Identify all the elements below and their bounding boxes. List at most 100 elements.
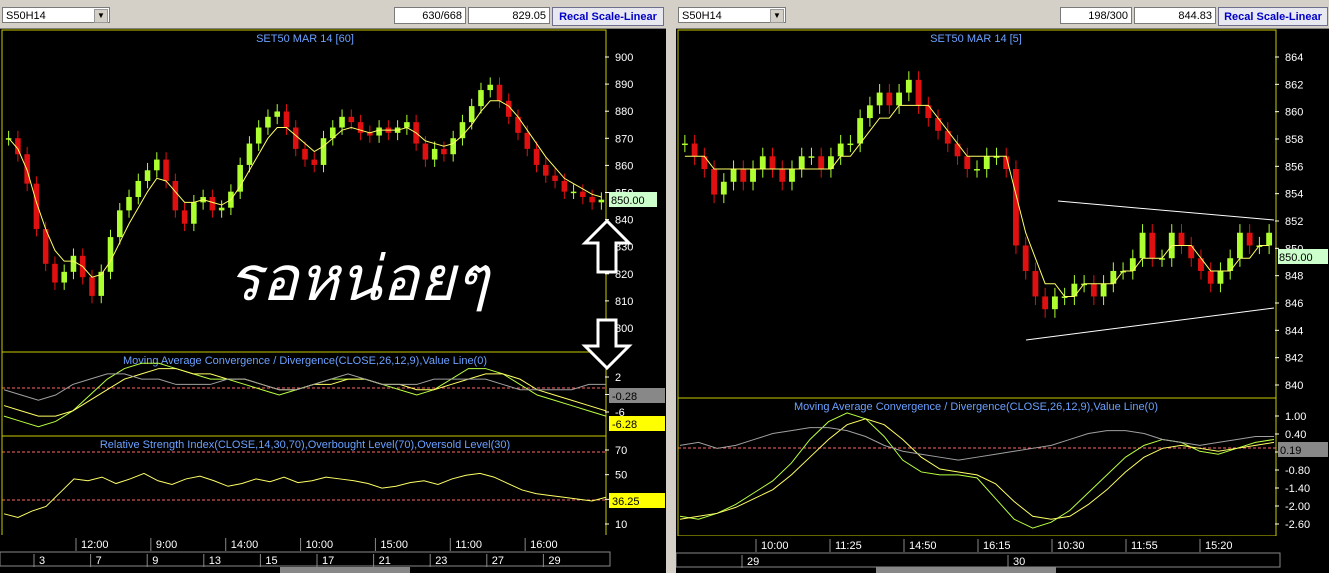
left-macd-value1: -0.28: [612, 391, 637, 403]
left-candle: [265, 116, 271, 128]
right-candle: [1090, 283, 1097, 297]
right-price-tick-label: 854: [1285, 189, 1303, 201]
right-macd-axis: 1.000.40-0.20-0.80-1.40-2.00-2.60: [1275, 411, 1310, 531]
right-chart-window: S50H14 ▼ 198/300 844.83 Recal Scale-Line…: [676, 0, 1329, 573]
left-macd-lines: [3, 362, 607, 428]
left-candle: [181, 210, 188, 224]
rsi-pane-frame: [1, 435, 607, 549]
right-time-label: 14:50: [909, 540, 937, 552]
right-macd-tick-label: -2.60: [1285, 519, 1310, 531]
left-date-label: 23: [435, 555, 447, 567]
right-time-label: 16:15: [983, 540, 1011, 552]
right-candle: [1013, 169, 1019, 246]
left-macd-value2: -6.28: [612, 419, 637, 431]
chevron-down-icon[interactable]: ▼: [94, 9, 108, 23]
left-candle: [126, 197, 132, 211]
right-time-label: 11:55: [1131, 540, 1158, 552]
right-candle: [847, 143, 854, 146]
left-candle: [218, 207, 225, 211]
left-candle: [237, 164, 243, 192]
annotation-text: รอหน่อยๆ: [228, 242, 491, 315]
right-candle: [1178, 232, 1185, 246]
right-time-label: 10:30: [1057, 540, 1085, 552]
right-candle: [1022, 245, 1029, 271]
left-rsi-tick-label: 70: [615, 445, 627, 457]
left-time-label: 15:00: [380, 539, 408, 551]
left-toolbar: S50H14 ▼ 630/668 829.05 Recal Scale-Line…: [0, 0, 666, 29]
left-bars-info: 630/668: [394, 7, 466, 24]
left-date-label: 7: [96, 555, 102, 567]
right-moving-average: [684, 104, 1270, 297]
right-macd-tick-label: 1.00: [1285, 411, 1306, 423]
left-candle: [533, 148, 540, 165]
left-candle: [320, 138, 327, 165]
right-price-tick-label: 852: [1285, 216, 1303, 228]
right-candle: [964, 156, 971, 170]
left-candle: [144, 170, 151, 181]
left-rsi-title: Relative Strength Index(CLOSE,14,30,70),…: [100, 439, 510, 451]
right-candle: [798, 156, 805, 170]
right-date-label: 30: [1013, 556, 1025, 568]
left-candle: [580, 191, 586, 197]
left-candle: [404, 122, 410, 128]
panel-separator: [666, 0, 676, 573]
left-candle: [246, 143, 253, 165]
right-time-label: 10:00: [761, 540, 789, 552]
right-candle: [1032, 270, 1039, 297]
left-candle: [376, 127, 382, 136]
left-candle: [135, 180, 142, 197]
right-candle: [769, 156, 776, 170]
right-candle: [1139, 232, 1146, 259]
left-recal-scale-button[interactable]: Recal Scale-Linear: [552, 7, 664, 26]
left-time-label: 11:00: [455, 539, 482, 551]
left-candle: [154, 159, 160, 171]
left-rsi-rsi-line: [3, 472, 607, 519]
left-candle: [524, 132, 531, 149]
right-scrollbar-thumb[interactable]: [876, 567, 1056, 573]
right-chart-canvas[interactable]: SET50 MAR 14 [5] 864 862 860 858 856 854 852 85…: [676, 28, 1329, 573]
left-candle: [339, 116, 345, 128]
left-rsi-tick-label: 50: [615, 470, 627, 482]
left-price-tick-label: 870: [615, 133, 633, 145]
right-time-label: 11:25: [835, 540, 862, 552]
right-price-axis: 864862860858856854852850848846844842840: [1275, 52, 1303, 392]
left-candle: [311, 159, 318, 165]
left-date-label: 21: [379, 555, 391, 567]
right-macd-title: Moving Average Convergence / Divergence(…: [794, 401, 1158, 413]
right-macd-pane-frame: [677, 397, 1277, 537]
right-candle: [905, 79, 912, 93]
right-macd-macd-line: [679, 412, 1275, 529]
left-macd-tick-label: 2: [615, 372, 621, 384]
left-macd-title: Moving Average Convergence / Divergence(…: [123, 355, 487, 367]
left-price-tick-label: 800: [615, 323, 633, 335]
left-candle: [70, 255, 77, 272]
right-macd-tick-label: -1.40: [1285, 483, 1310, 495]
right-candles: [681, 71, 1273, 318]
left-price-tick-label: 840: [615, 215, 633, 227]
right-recal-scale-button[interactable]: Recal Scale-Linear: [1218, 7, 1328, 26]
left-macd-macd-line: [3, 362, 607, 428]
left-candle: [598, 199, 605, 203]
left-time-label: 10:00: [306, 539, 334, 551]
left-candle: [89, 277, 95, 296]
left-symbol-select[interactable]: S50H14 ▼: [2, 7, 110, 23]
right-symbol-select[interactable]: S50H14 ▼: [678, 7, 786, 23]
left-scrollbar-thumb[interactable]: [280, 567, 410, 573]
chevron-down-icon[interactable]: ▼: [770, 9, 784, 23]
left-rsi-line: [3, 472, 607, 519]
left-time-label: 14:00: [231, 539, 259, 551]
right-macd-tick-label: 0.40: [1285, 429, 1306, 441]
left-candle: [52, 263, 58, 283]
left-date-label: 27: [492, 555, 504, 567]
left-candle: [107, 237, 114, 272]
left-candle: [468, 106, 475, 123]
right-price-pane-frame: [677, 29, 1277, 399]
left-candle: [163, 159, 169, 181]
left-candle: [552, 175, 558, 181]
left-chart-canvas[interactable]: SET50 MAR 14 [60] 9008908808708608508408…: [0, 28, 666, 573]
right-candle: [1236, 232, 1243, 259]
right-price-tick-label: 862: [1285, 79, 1303, 91]
right-candle: [779, 169, 786, 182]
left-time-label: 9:00: [156, 539, 177, 551]
left-candle: [255, 127, 262, 144]
